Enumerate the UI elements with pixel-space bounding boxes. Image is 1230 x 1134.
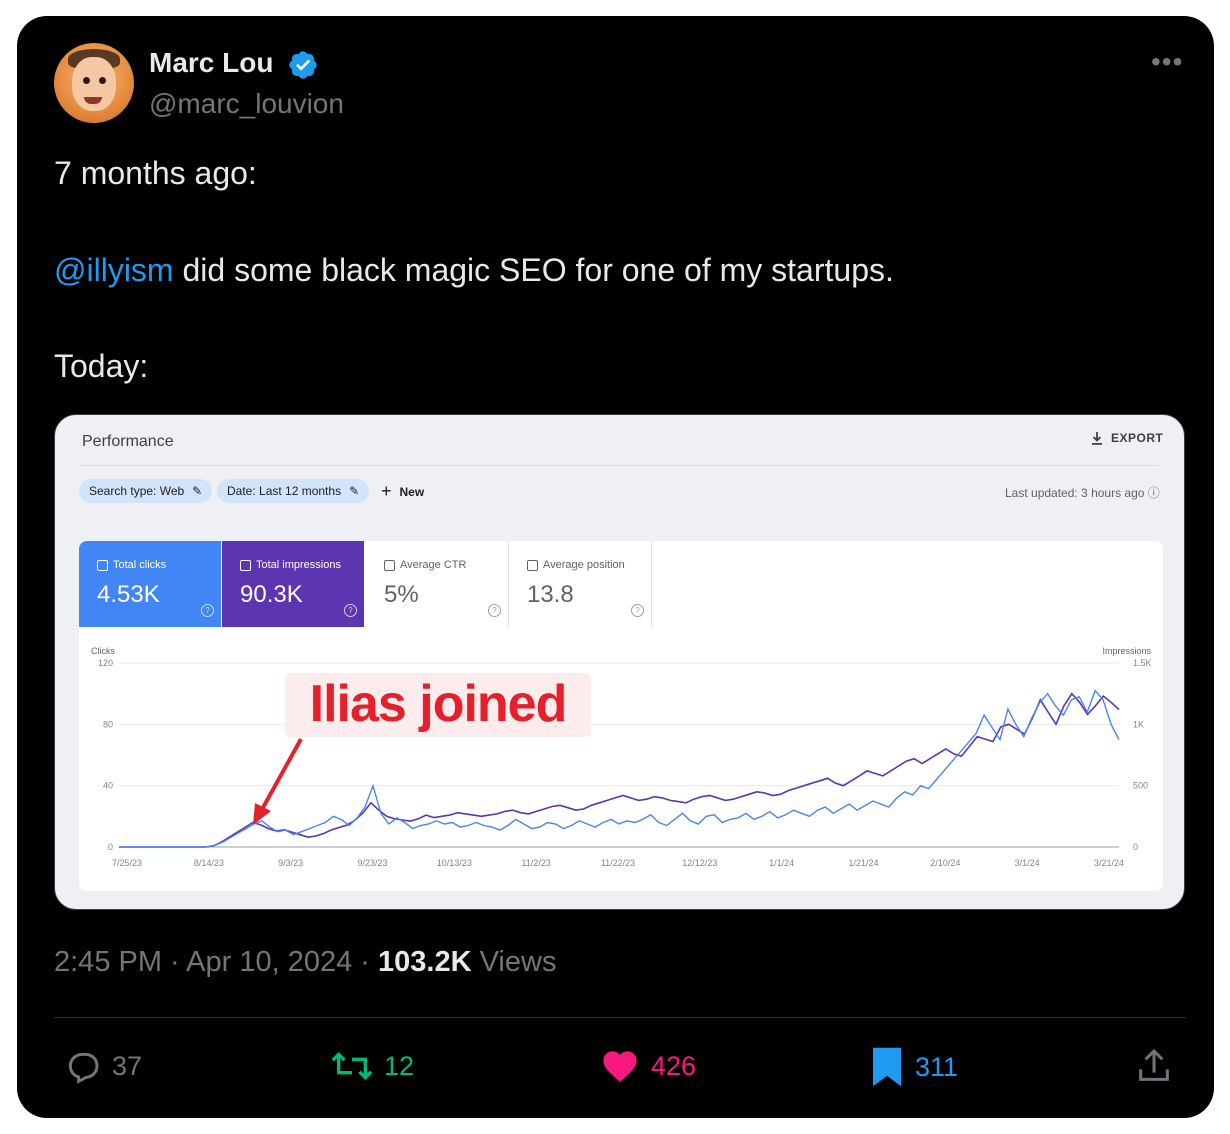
edit-pencil-icon: ✎	[192, 484, 203, 498]
checkbox-icon	[240, 559, 251, 571]
plus-icon: +	[381, 481, 392, 501]
like-count: 426	[651, 1050, 697, 1081]
metric-value: 13.8	[527, 581, 574, 608]
filter-chip-label: Search type: Web	[89, 484, 185, 498]
bookmark-count: 311	[915, 1051, 959, 1082]
checkbox-icon	[384, 559, 395, 571]
export-button[interactable]: EXPORT	[1091, 431, 1163, 445]
like-button[interactable]: 426	[599, 1046, 696, 1086]
metric-label: Average CTR	[400, 559, 467, 571]
export-label: EXPORT	[1111, 431, 1164, 445]
reply-button[interactable]: 37	[62, 1046, 142, 1086]
tweet-text-line-2: @illyism did some black magic SEO for on…	[54, 252, 894, 289]
metric-label: Total impressions	[256, 559, 341, 571]
metric-average-ctr[interactable]: Average CTR 5% ?	[366, 541, 509, 627]
x-tick-label: 11/2/23	[521, 858, 550, 868]
verified-badge-icon	[289, 51, 317, 79]
share-icon	[1139, 1048, 1169, 1081]
x-tick-label: 10/13/23	[437, 858, 472, 868]
x-tick-label: 1/1/24	[769, 858, 794, 868]
annotation-label: Ilias joined	[285, 673, 591, 737]
checkbox-icon	[527, 559, 538, 571]
metric-average-position[interactable]: Average position 13.8 ?	[509, 541, 652, 627]
header-divider	[79, 465, 1159, 466]
metric-label: Average position	[543, 559, 625, 571]
retweet-icon	[331, 1051, 373, 1081]
annotation-arrow	[253, 738, 303, 825]
last-updated-label: Last updated: 3 hours ago	[1005, 486, 1145, 500]
x-tick-label: 8/14/23	[194, 858, 224, 868]
download-icon	[1092, 431, 1102, 445]
tweet-time[interactable]: 2:45 PM	[54, 946, 162, 978]
metric-total-impressions[interactable]: Total impressions 90.3K ?	[222, 541, 364, 627]
new-filter-button[interactable]: + New	[381, 481, 424, 502]
author-handle[interactable]: @marc_louvion	[149, 88, 344, 120]
retweet-button[interactable]: 12	[330, 1046, 414, 1086]
x-tick-label: 9/3/23	[278, 858, 303, 868]
help-icon: ?	[488, 604, 501, 617]
author-name[interactable]: Marc Lou	[149, 47, 273, 79]
last-updated-text: Last updated: 3 hours ago ⓘ	[1005, 484, 1160, 501]
mention-link[interactable]: @illyism	[54, 252, 174, 288]
x-tick-label: 11/22/23	[601, 858, 635, 868]
views-label: Views	[479, 946, 557, 978]
reply-count: 37	[112, 1050, 143, 1081]
x-tick-label: 3/21/24	[1094, 858, 1124, 868]
y-right-tick-label: 500	[1133, 781, 1148, 791]
help-icon: ⓘ	[1147, 486, 1160, 500]
tweet-text-line-1: 7 months ago:	[54, 155, 257, 191]
heart-icon	[603, 1051, 637, 1082]
views-count: 103.2K	[378, 946, 472, 978]
x-tick-label: 3/1/24	[1015, 858, 1040, 868]
tweet-date[interactable]: Apr 10, 2024	[186, 946, 352, 978]
help-icon: ?	[631, 604, 644, 617]
y-left-tick-label: 40	[103, 781, 113, 791]
tweet-media-image[interactable]: Performance EXPORT Search type: Web ✎ Da…	[54, 414, 1185, 910]
bookmark-icon	[873, 1047, 901, 1087]
x-tick-label: 1/21/24	[848, 858, 878, 868]
x-tick-label: 7/25/23	[112, 858, 142, 868]
y-right-axis-label: Impressions	[1102, 646, 1151, 656]
gsc-page-title: Performance	[82, 433, 174, 450]
reply-icon	[68, 1052, 99, 1084]
retweet-count: 12	[384, 1050, 415, 1081]
tweet-meta: 2:45 PM · Apr 10, 2024 · 103.2K Views	[54, 946, 557, 978]
edit-pencil-icon: ✎	[349, 484, 360, 498]
x-tick-label: 2/10/24	[930, 858, 960, 868]
more-options-icon[interactable]: •••	[1151, 46, 1183, 78]
filter-chip-date[interactable]: Date: Last 12 months ✎	[217, 479, 370, 503]
help-icon: ?	[344, 604, 357, 617]
help-icon: ?	[201, 604, 214, 617]
y-right-tick-label: 1K	[1133, 719, 1144, 729]
tweet-card: Marc Lou @marc_louvion ••• 7 months ago:…	[17, 16, 1214, 1118]
filter-chip-label: Date: Last 12 months	[227, 484, 342, 498]
share-button[interactable]	[1134, 1046, 1174, 1086]
y-right-tick-label: 0	[1133, 842, 1138, 852]
author-avatar[interactable]	[54, 43, 134, 123]
y-left-tick-label: 0	[108, 842, 113, 852]
filter-chip-search-type[interactable]: Search type: Web ✎	[79, 479, 213, 503]
clicks-series-line	[119, 689, 1120, 848]
metric-value: 5%	[384, 581, 419, 608]
y-left-tick-label: 80	[103, 719, 113, 729]
tweet-text-line-3: Today:	[54, 348, 149, 384]
metric-value: 90.3K	[240, 581, 303, 608]
bookmark-button[interactable]: 311	[869, 1046, 958, 1088]
checkbox-icon	[97, 559, 108, 571]
actions-divider	[54, 1017, 1186, 1018]
y-right-tick-label: 1.5K	[1133, 658, 1152, 668]
y-left-tick-label: 120	[98, 658, 113, 668]
y-left-axis-label: Clicks	[91, 646, 115, 656]
metric-label: Total clicks	[113, 559, 167, 571]
metric-total-clicks[interactable]: Total clicks 4.53K ?	[79, 541, 221, 627]
x-tick-label: 12/12/23	[682, 858, 717, 868]
performance-panel: Total clicks 4.53K ? Total impressions 9…	[79, 541, 1163, 891]
performance-line-chart: Clicks Impressions 120 1.5K 80 1K 40 500 0 0 7/2…	[91, 646, 1152, 868]
metric-value: 4.53K	[97, 581, 160, 608]
new-filter-label: New	[399, 484, 425, 499]
x-tick-label: 9/23/23	[357, 858, 387, 868]
tweet-text-line-2-rest: did some black magic SEO for one of my s…	[173, 252, 894, 288]
